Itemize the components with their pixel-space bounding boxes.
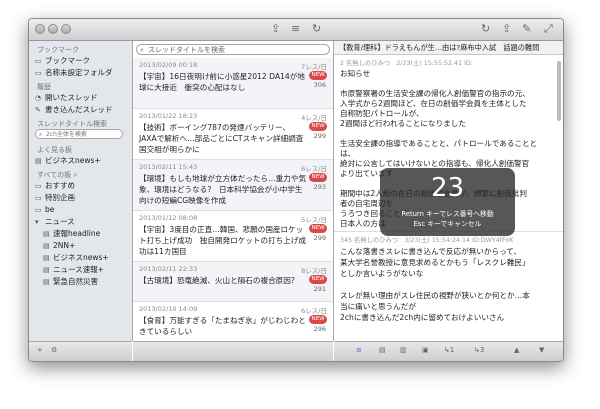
new-badge: NEW	[309, 122, 327, 131]
search-icon: ⌕	[140, 46, 144, 54]
close-window-button[interactable]	[35, 24, 45, 34]
board-icon: ▤	[43, 266, 50, 274]
response-count: 299	[313, 132, 326, 140]
new-badge: NEW	[309, 275, 327, 284]
history-header: 履歴	[37, 83, 51, 91]
response-count: 293	[313, 183, 326, 191]
scroll-down-icon[interactable]: ▼	[539, 346, 544, 354]
overlay-hint-return: Return キーでレス番号へ移動	[401, 210, 494, 218]
board-icon: ▤	[35, 157, 42, 165]
gear-icon[interactable]: ⚙	[51, 346, 57, 354]
sidebar-item-bookmarks[interactable]: ▭ ブックマーク	[35, 55, 131, 66]
add-icon[interactable]: +	[37, 346, 43, 354]
folder-icon: ▭	[35, 69, 42, 77]
clock-icon: ◔	[35, 94, 42, 102]
reply-count-icon[interactable]: ↳3	[474, 346, 484, 354]
sidebar-item-business-news-plus[interactable]: ▤ ビジネスnews+	[43, 252, 139, 263]
share-thread-icon[interactable]: ⇪	[502, 22, 511, 36]
jump-to-response-overlay: 23 Return キーでレス番号へ移動 Esc キーでキャンセル	[380, 168, 515, 236]
response-number: 23	[430, 173, 465, 203]
title-bar: ⇪ ≡ ↻ ↻ ⇪ ✎ ⤢	[29, 19, 563, 41]
post-header: 345 名無しのひみつ 3/23(土) 15:54:24.14 ID:DWY4f…	[340, 237, 514, 244]
pencil-icon: ✎	[35, 106, 41, 114]
folder-icon: ▭	[35, 57, 42, 65]
zoom-window-button[interactable]	[61, 24, 71, 34]
thread-row[interactable]: 2013/02/09 00:18 7レス/日 【宇宙】16日夜明け前に小惑星20…	[133, 58, 333, 109]
search-icon: ⌕	[39, 131, 43, 138]
thread-list-toolbar	[133, 341, 333, 361]
response-count: 306	[313, 81, 326, 89]
response-count: 291	[313, 285, 326, 293]
sidebar-item-opened-threads[interactable]: ◔ 開いたスレッド	[35, 92, 131, 103]
anchor-icon[interactable]: ↳1	[444, 346, 454, 354]
link-view-icon[interactable]: ▥	[400, 346, 407, 354]
sidebar-item-be[interactable]: ▭ be	[35, 204, 131, 215]
reload-thread-icon[interactable]: ↻	[481, 22, 490, 36]
thread-toolbar: ≡ ▤ ▥ ▣ ↳1 ↳3 ▲ ▼	[334, 341, 563, 361]
post-header: 2 名無しのひみつ 2/23(土) 15:55:52.41 ID:	[340, 60, 473, 67]
sidebar-item-2nn[interactable]: ▤ 2NN+	[43, 240, 139, 251]
board-icon: ▤	[43, 278, 50, 286]
list-menu-icon[interactable]: ≡	[291, 22, 300, 36]
save-icon[interactable]: ▣	[422, 346, 429, 354]
thread-row[interactable]: 2013/02/11 15:43 6レス/日 【環境】もしも地球が立方体だったら…	[133, 160, 333, 211]
new-badge: NEW	[309, 71, 327, 80]
sidebar-item-disaster[interactable]: ▤ 緊急自然災害	[43, 276, 139, 287]
sidebar-item-special[interactable]: ▭ 特別企画	[35, 192, 131, 203]
scroll-up-icon[interactable]: ▲	[514, 346, 519, 354]
thread-list: ⌕ スレッドタイトルを検索 2013/02/09 00:18 7レス/日 【宇宙】…	[133, 41, 334, 341]
thread-row[interactable]: 2013/01/22 18:23 4レス/日 【技術】ボーイング787の発煙バッ…	[133, 109, 333, 160]
sidebar-item-posted-threads[interactable]: ✎ 書き込んだスレッド	[35, 104, 131, 115]
sidebar-item-headline[interactable]: ▤ 速報headline	[43, 228, 139, 239]
thread-row[interactable]: 2013/02/11 22:33 8レス/日 【古環境】恐竜絶滅、火山と隕石の複…	[133, 262, 333, 302]
share-icon[interactable]: ⇪	[271, 22, 280, 36]
image-view-icon[interactable]: ▤	[379, 346, 386, 354]
list-view-icon[interactable]: ≡	[356, 346, 362, 354]
board-icon: ▤	[43, 254, 50, 262]
fullscreen-icon[interactable]: ⤢	[544, 22, 553, 36]
sidebar-item-news-flash[interactable]: ▤ ニュース速報+	[43, 264, 139, 275]
scrollbar[interactable]	[557, 61, 561, 121]
folder-open-icon: ▾	[35, 218, 39, 226]
new-badge: NEW	[309, 224, 327, 233]
new-badge: NEW	[309, 315, 327, 324]
folder-icon: ▭	[35, 206, 42, 214]
all-boards-header: すべての板 ⌕	[37, 171, 78, 179]
bookmarks-header: ブックマーク	[37, 46, 79, 54]
response-count: 296	[313, 325, 326, 333]
thread-title: 【教育/理科】ドラえもんが生…由は?麻布中入試 話題の難問	[334, 41, 563, 55]
sidebar-item-news-folder[interactable]: ▾ ニュース	[35, 216, 131, 227]
board-search-input[interactable]: ⌕ 2ch全体を検索	[35, 129, 123, 139]
sidebar-item-untitled-folder[interactable]: ▭ 名称未設定フォルダ	[35, 67, 131, 78]
sidebar-item-business-news[interactable]: ▤ ビジネスnews+	[35, 155, 131, 166]
thread-row[interactable]: 2013/01/12 08:08 5レス/日 【宇宙】3度目の正直…韓国、悲願の…	[133, 211, 333, 262]
thread-row[interactable]: 2013/02/10 14:09 6レス/日 【食育】万能すぎる「たまねぎ氷」が…	[133, 302, 333, 341]
title-search-header: スレッドタイトル検索	[37, 120, 107, 128]
board-icon: ▤	[43, 242, 50, 250]
frequent-boards-header: よく見る板	[37, 146, 72, 154]
board-icon: ▤	[43, 230, 50, 238]
new-badge: NEW	[309, 173, 327, 182]
minimize-window-button[interactable]	[48, 24, 58, 34]
compose-icon[interactable]: ✎	[522, 22, 531, 36]
overlay-hint-escape: Esc キーでキャンセル	[413, 220, 482, 228]
response-count: 299	[313, 234, 326, 242]
thread-search-input[interactable]: ⌕ スレッドタイトルを検索	[136, 44, 330, 55]
search-icon[interactable]: ⌕	[73, 171, 77, 179]
reload-icon[interactable]: ↻	[312, 22, 321, 36]
folder-icon: ▭	[35, 194, 42, 202]
sidebar-toolbar: + ⚙	[29, 341, 132, 361]
folder-icon: ▭	[35, 182, 42, 190]
sidebar: ブックマーク ▭ ブックマーク ▭ 名称未設定フォルダ 履歴 ◔ 開いたスレッド ✎ 書…	[29, 41, 133, 341]
sidebar-item-recommended[interactable]: ▭ おすすめ	[35, 180, 131, 191]
